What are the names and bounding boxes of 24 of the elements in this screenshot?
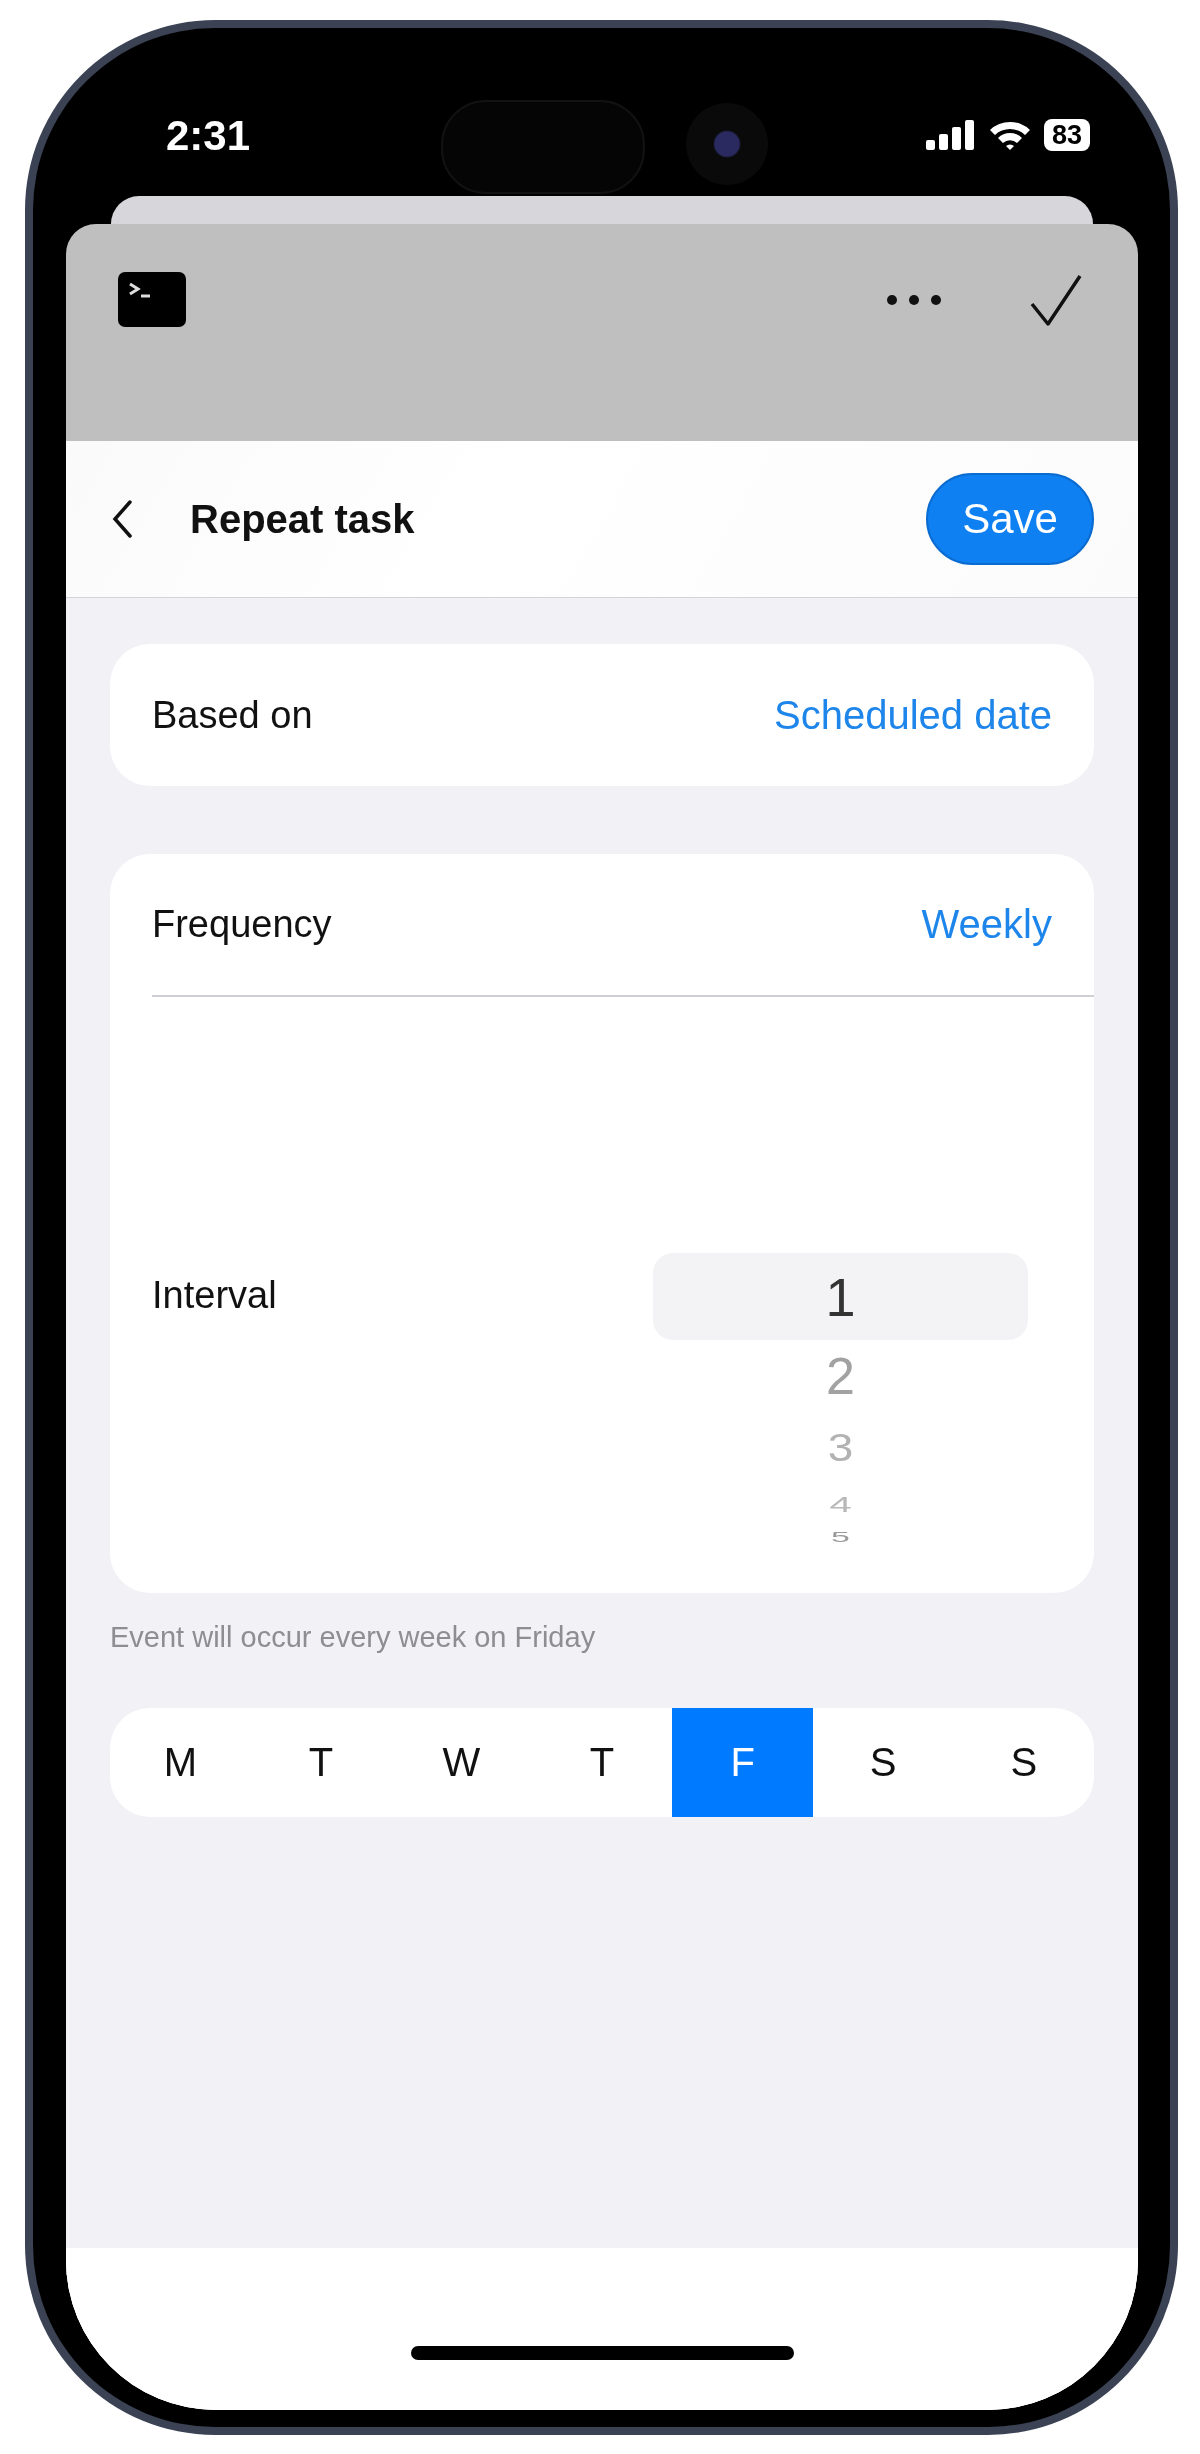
sheet-title: Repeat task (190, 496, 415, 542)
weekday-toggle[interactable]: T (531, 1708, 673, 1817)
summary-text: Event will occur every week on Friday (110, 1621, 597, 1654)
back-icon[interactable] (112, 500, 132, 538)
row-value[interactable]: Weekly (921, 902, 1052, 947)
weekday-toggle[interactable]: W (391, 1708, 532, 1817)
status-time: 2:31 (166, 113, 251, 159)
row-label: Frequency (152, 903, 332, 946)
weekday-toggle[interactable]: S (953, 1708, 1094, 1817)
weekday-toggle[interactable]: M (110, 1708, 251, 1817)
weekday-toggle[interactable]: T (250, 1708, 392, 1817)
picker-selected-option[interactable]: 1 (653, 1253, 1028, 1340)
weekday-toggle[interactable]: F (672, 1708, 813, 1817)
battery-level: 83 (1043, 119, 1090, 151)
terminal-icon[interactable] (118, 272, 186, 327)
more-icon[interactable] (886, 294, 942, 306)
row-label: Interval (152, 1273, 277, 1317)
row-value[interactable]: Scheduled date (774, 692, 1052, 738)
weekday-toggle[interactable]: S (812, 1708, 954, 1817)
save-button[interactable]: Save (926, 473, 1094, 565)
signal-icon (925, 120, 976, 150)
based-on-row[interactable]: Based on Scheduled date (110, 644, 1094, 786)
row-label: Based on (152, 693, 313, 737)
checkmark-icon[interactable] (1030, 274, 1082, 326)
